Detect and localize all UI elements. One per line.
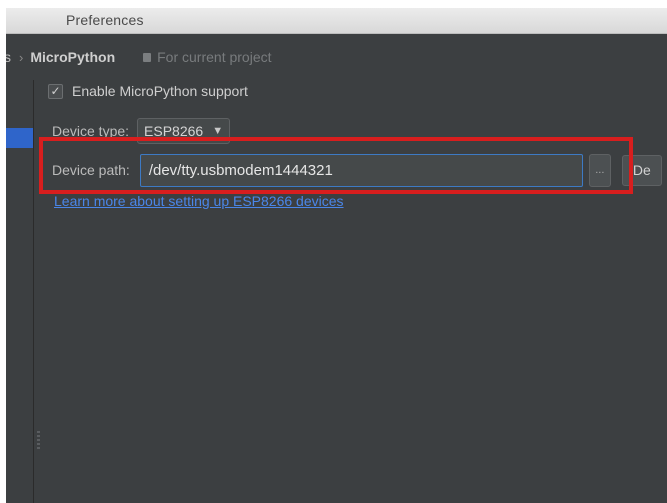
device-type-select[interactable]: ESP8266 ▼	[137, 118, 231, 144]
device-type-label: Device type:	[52, 123, 130, 139]
breadcrumb-current: MicroPython	[30, 49, 116, 65]
browse-button[interactable]: ...	[588, 153, 611, 187]
enable-micropython-label: Enable MicroPython support	[72, 83, 248, 99]
detect-button[interactable]: De	[621, 154, 662, 186]
splitter-handle[interactable]	[37, 431, 40, 449]
preferences-window: Preferences s › MicroPython For current …	[6, 8, 667, 503]
scope-label: For current project	[157, 49, 272, 65]
enable-micropython-checkbox[interactable]: ✓	[48, 83, 63, 99]
document-icon	[143, 52, 152, 62]
breadcrumb-parent[interactable]: s	[6, 49, 11, 65]
settings-tree-selected-item[interactable]	[6, 128, 33, 148]
device-path-row: Device path: /dev/tty.usbmodem1444321 ..…	[52, 149, 667, 191]
device-path-label: Device path:	[52, 162, 130, 178]
window-title: Preferences	[66, 12, 144, 28]
device-type-row: Device type: ESP8266 ▼	[52, 118, 231, 144]
device-type-value: ESP8266	[144, 123, 204, 139]
breadcrumb-separator: ›	[19, 49, 24, 65]
enable-micropython-row[interactable]: ✓ Enable MicroPython support	[48, 83, 248, 99]
device-path-value: /dev/tty.usbmodem1444321	[148, 161, 333, 179]
chevron-down-icon: ▼	[212, 125, 224, 137]
learn-more-link[interactable]: Learn more about setting up ESP8266 devi…	[54, 193, 344, 209]
title-bar: Preferences	[6, 8, 667, 34]
breadcrumb: s › MicroPython For current project	[6, 46, 272, 68]
device-path-input[interactable]: /dev/tty.usbmodem1444321	[139, 153, 583, 187]
settings-tree[interactable]	[6, 80, 34, 503]
